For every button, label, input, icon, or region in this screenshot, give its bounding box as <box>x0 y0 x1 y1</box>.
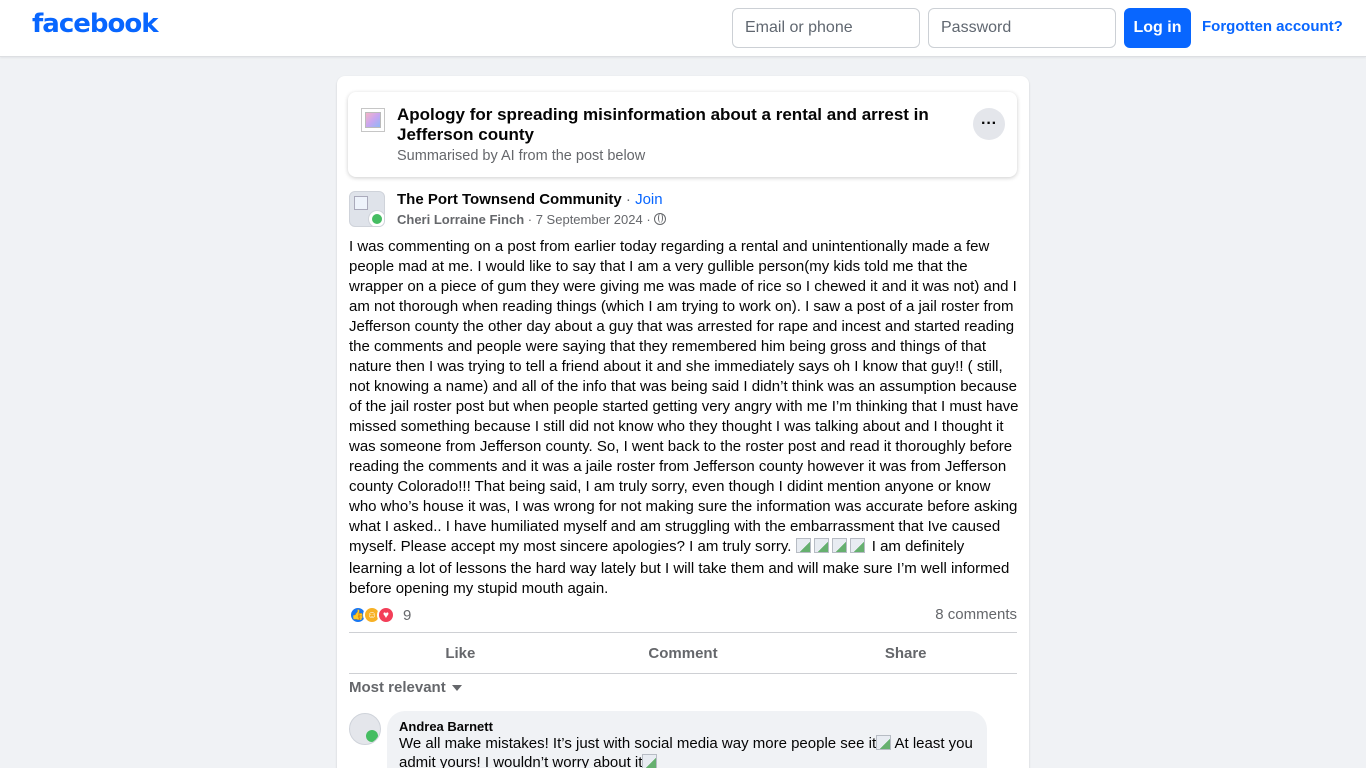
post-meta: Cheri Lorraine Finch · 7 September 2024 … <box>397 212 667 227</box>
caret-down-icon <box>451 685 462 691</box>
emoji-icon <box>642 754 658 768</box>
comment-sort-label: Most relevant <box>349 679 446 696</box>
comment-text: We all make mistakes! It’s just with soc… <box>399 735 973 768</box>
emoji-icon <box>813 538 829 553</box>
top-bar: facebook Log in Forgotten account? <box>0 0 1366 57</box>
join-group-link[interactable]: Join <box>635 191 663 208</box>
post-text: I was commenting on a post from earlier … <box>349 238 1019 555</box>
comment-author-link[interactable]: Andrea Barnett <box>399 719 975 734</box>
reactions-summary[interactable]: 👍 ☺ ♥ 9 <box>349 605 411 625</box>
emoji-icon <box>831 538 847 553</box>
comment-button[interactable]: Comment <box>572 633 795 673</box>
author-avatar-badge <box>368 210 384 226</box>
post-date-link[interactable]: 7 September 2024 <box>536 212 643 227</box>
post-body: I was commenting on a post from earlier … <box>349 237 1021 599</box>
forgotten-account-link[interactable]: Forgotten account? <box>1202 18 1343 35</box>
login-button[interactable]: Log in <box>1124 8 1191 48</box>
emoji-icon <box>876 735 892 750</box>
comment-sort-dropdown[interactable]: Most relevant <box>349 679 462 696</box>
password-field[interactable] <box>928 8 1116 48</box>
group-header: The Port Townsend Community · Join <box>397 191 663 208</box>
group-image-icon <box>354 196 368 210</box>
comments-count-link[interactable]: 8 comments <box>935 606 1017 623</box>
facebook-logo[interactable]: facebook <box>32 9 159 39</box>
comment-bubble: Andrea Barnett We all make mistakes! It’… <box>387 711 987 768</box>
ai-summary-subtitle: Summarised by AI from the post below <box>397 148 646 164</box>
globe-icon <box>654 213 667 225</box>
more-options-button[interactable]: ··· <box>973 108 1005 140</box>
reaction-count: 9 <box>403 606 412 624</box>
divider <box>349 673 1017 674</box>
post-card: Apology for spreading misinformation abo… <box>337 76 1029 768</box>
group-avatar[interactable] <box>349 191 385 227</box>
ai-summary-box: Apology for spreading misinformation abo… <box>348 92 1017 177</box>
emoji-images <box>795 538 868 559</box>
ai-summary-title: Apology for spreading misinformation abo… <box>397 105 929 144</box>
post-author-link[interactable]: Cheri Lorraine Finch <box>397 212 524 227</box>
emoji-icon <box>795 538 811 553</box>
emoji-icon <box>849 538 865 553</box>
share-button[interactable]: Share <box>794 633 1017 673</box>
post-actions: Like Comment Share <box>349 633 1017 673</box>
group-name-link[interactable]: The Port Townsend Community <box>397 191 622 208</box>
ai-summary-image-icon <box>361 108 385 132</box>
email-field[interactable] <box>732 8 920 48</box>
comment-avatar[interactable] <box>349 713 381 745</box>
like-button[interactable]: Like <box>349 633 572 673</box>
love-reaction-icon: ♥ <box>377 606 395 624</box>
